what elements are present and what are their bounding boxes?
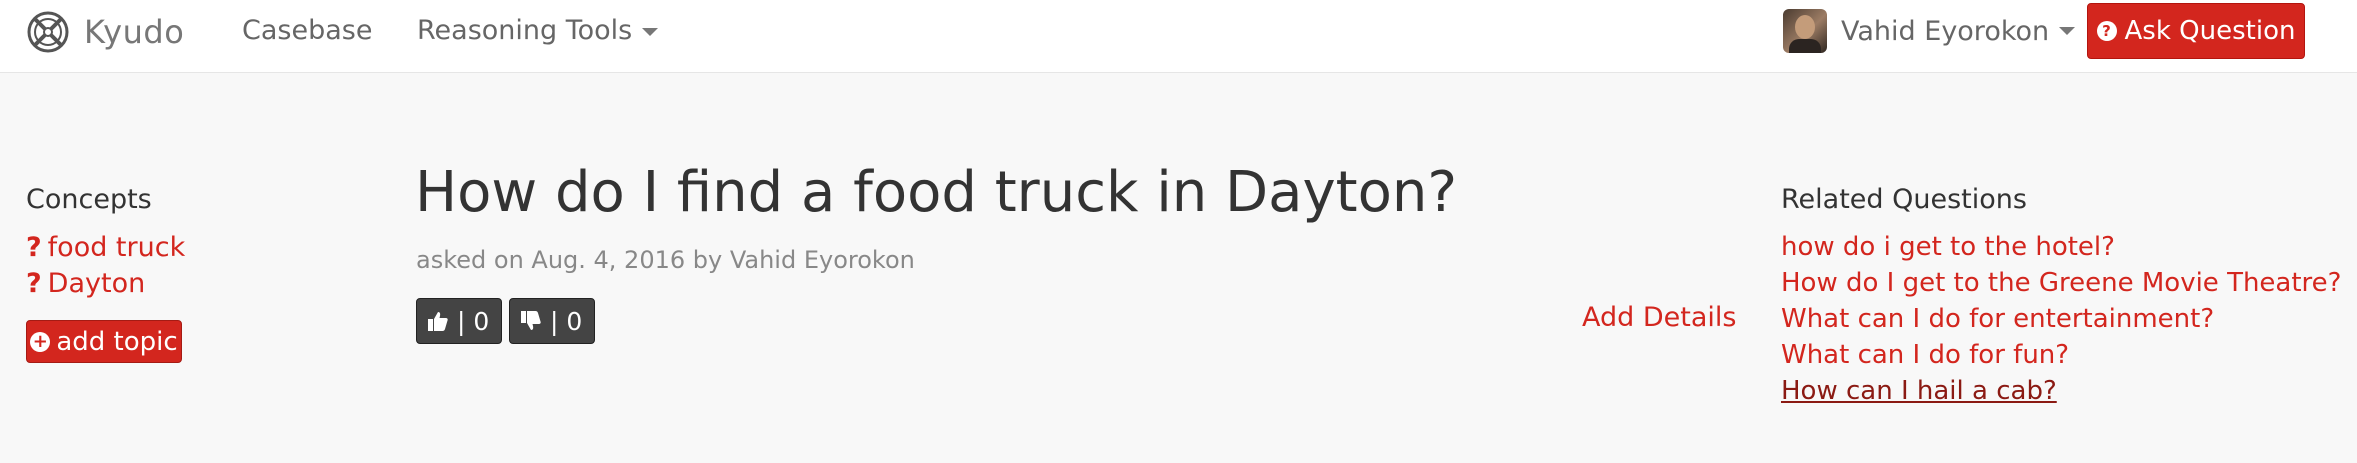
plus-circle-icon: + xyxy=(30,331,51,352)
downvote-button[interactable]: | 0 xyxy=(509,298,595,344)
concept-label: food truck xyxy=(47,232,186,263)
chevron-down-icon xyxy=(642,27,659,36)
user-name: Vahid Eyorokon xyxy=(1841,15,2050,47)
concepts-heading: Concepts xyxy=(26,184,152,215)
related-questions-heading: Related Questions xyxy=(1781,184,2027,215)
add-details-link[interactable]: Add Details xyxy=(1582,302,1736,333)
concept-label: Dayton xyxy=(47,268,146,299)
related-question-link[interactable]: How do I get to the Greene Movie Theatre… xyxy=(1781,268,2341,298)
related-question-link[interactable]: What can I do for entertainment? xyxy=(1781,304,2214,334)
brand-name: Kyudo xyxy=(84,13,185,51)
question-mark-icon: ? xyxy=(26,232,42,263)
upvote-count: | 0 xyxy=(457,306,490,336)
kyudo-logo-icon xyxy=(27,11,69,53)
thumbs-up-icon xyxy=(428,312,448,331)
nav-reasoning-tools[interactable]: Reasoning Tools xyxy=(417,14,659,48)
upvote-button[interactable]: | 0 xyxy=(416,298,502,344)
question-mark-icon: ? xyxy=(26,268,42,299)
top-navbar: Kyudo Casebase Reasoning Tools Vahid Eyo… xyxy=(0,0,2357,73)
avatar xyxy=(1783,9,1827,53)
concept-item-food-truck[interactable]: ? food truck xyxy=(26,232,185,263)
question-circle-icon: ? xyxy=(2096,21,2117,41)
brand-link[interactable]: Kyudo xyxy=(26,8,184,56)
question-title: How do I find a food truck in Dayton? xyxy=(415,160,1458,225)
ask-question-button[interactable]: ? Ask Question xyxy=(2087,3,2305,59)
thumbs-down-icon xyxy=(521,311,541,330)
question-meta: asked on Aug. 4, 2016 by Vahid Eyorokon xyxy=(416,246,915,274)
nav-casebase[interactable]: Casebase xyxy=(242,14,372,48)
related-question-link[interactable]: How can I hail a cab? xyxy=(1781,376,2057,406)
related-question-link[interactable]: What can I do for fun? xyxy=(1781,340,2069,370)
related-question-link[interactable]: how do i get to the hotel? xyxy=(1781,232,2115,262)
concept-item-dayton[interactable]: ? Dayton xyxy=(26,268,145,299)
add-topic-label: add topic xyxy=(56,326,178,357)
user-menu[interactable]: Vahid Eyorokon xyxy=(1783,8,2076,54)
chevron-down-icon xyxy=(2059,27,2076,35)
ask-question-label: Ask Question xyxy=(2124,16,2296,46)
nav-reasoning-tools-label: Reasoning Tools xyxy=(417,15,633,46)
add-topic-button[interactable]: + add topic xyxy=(26,320,182,363)
downvote-count: | 0 xyxy=(550,306,583,336)
